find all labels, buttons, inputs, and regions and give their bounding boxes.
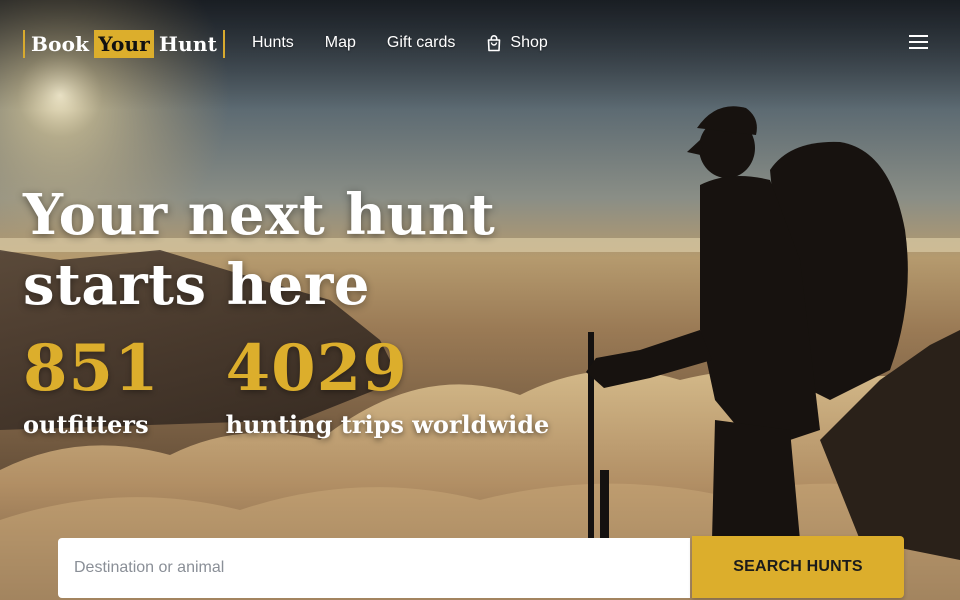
main-nav: Hunts Map Gift cards Shop [252,33,579,53]
search-hunts-button[interactable]: SEARCH HUNTS [692,536,904,598]
site-header: Book Your Hunt Hunts Map Gift cards Shop [0,0,960,88]
stat-hunting-trips-label: hunting trips worldwide [225,410,550,439]
hero-headline-line1: Your next hunt [23,182,496,248]
menu-bar-top [909,35,928,37]
hamburger-menu-icon[interactable] [909,35,929,53]
stat-hunting-trips: 4029 hunting trips worldwide [226,330,550,440]
menu-bar-middle [909,41,928,43]
stat-hunting-trips-value: 4029 [225,331,408,406]
logo-word-book: Book [31,32,90,56]
shopping-bag-icon [486,34,502,52]
nav-link-hunts-label: Hunts [252,34,294,51]
nav-link-hunts[interactable]: Hunts [252,33,294,53]
nav-link-shop[interactable]: Shop [486,33,548,53]
stat-outfitters-value: 851 [23,331,160,406]
logo-word-your: Your [94,30,155,58]
nav-link-gift-cards[interactable]: Gift cards [387,33,455,53]
nav-link-shop-label: Shop [510,34,548,51]
menu-bar-bottom [909,47,928,49]
search-input[interactable] [58,538,690,598]
nav-link-gift-cards-label: Gift cards [386,34,456,51]
hero-headline: Your next hunt starts here [23,180,543,320]
nav-link-map-label: Map [324,34,356,51]
stat-outfitters: 851 outfitters [23,330,160,440]
site-logo[interactable]: Book Your Hunt [23,30,226,58]
hero-headline-line2: starts here [23,252,371,318]
hunt-search-bar: SEARCH HUNTS [58,536,904,598]
stat-outfitters-label: outfitters [23,410,149,439]
logo-word-hunt: Hunt [159,32,218,56]
nav-link-map[interactable]: Map [325,33,356,53]
hero-stats: 851 outfitters 4029 hunting trips worldw… [23,330,615,440]
